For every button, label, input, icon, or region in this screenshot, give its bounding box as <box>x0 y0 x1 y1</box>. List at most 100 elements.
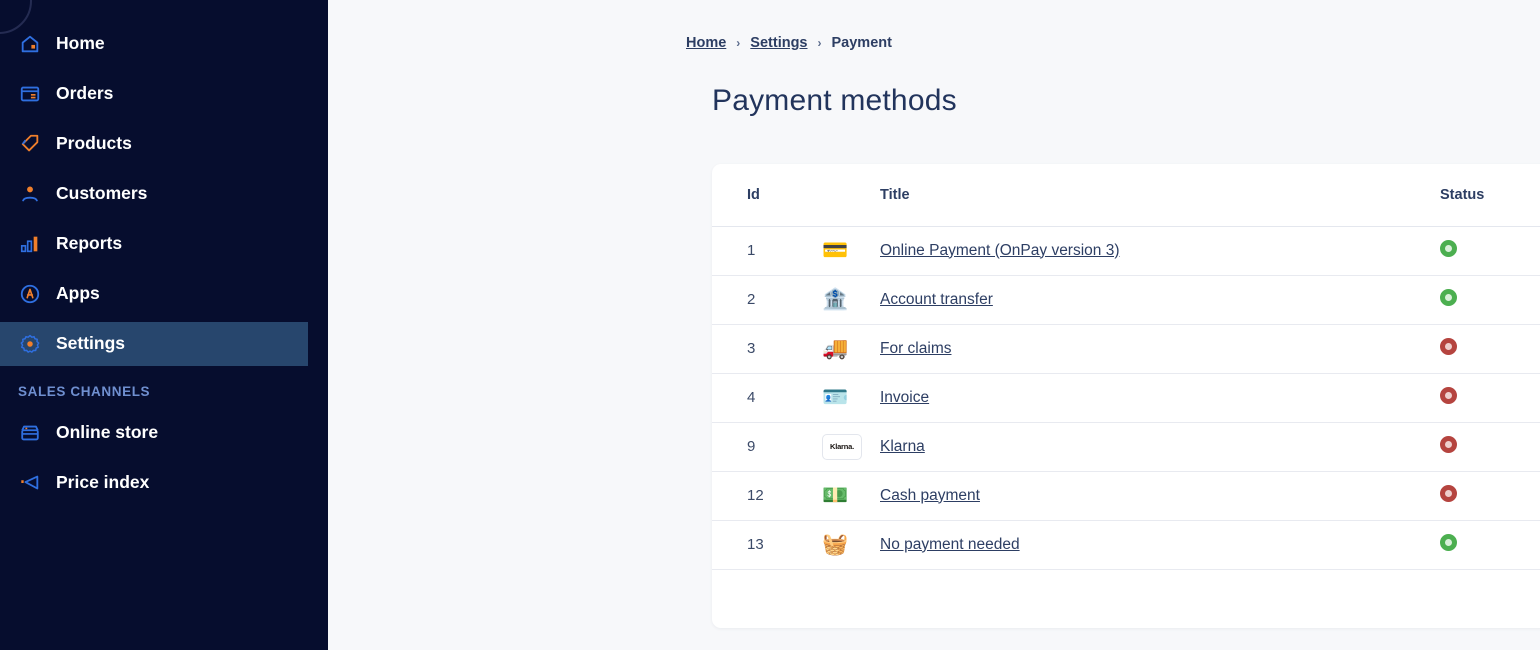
cell-icon: 🏦 <box>822 275 880 325</box>
bank-emoji: 🏦 <box>822 288 849 311</box>
cell-icon: 💵 <box>822 471 880 521</box>
banknote-emoji: 💵 <box>822 484 849 507</box>
sidebar-item-customers[interactable]: Customers <box>0 172 328 216</box>
sidebar-item-settings[interactable]: Settings <box>0 322 308 366</box>
customers-icon <box>18 182 42 206</box>
home-icon <box>18 32 42 56</box>
payment-method-link[interactable]: No payment needed <box>880 536 1020 553</box>
sidebar-item-label: Products <box>56 133 132 154</box>
cell-status <box>1440 422 1540 472</box>
cell-id: 1 <box>712 226 822 276</box>
invoice-emoji: 🪪 <box>822 386 849 409</box>
cell-icon: 💳 <box>822 226 880 276</box>
sidebar-item-price-index[interactable]: Price index <box>0 461 328 505</box>
sidebar-item-label: Orders <box>56 83 114 104</box>
table-row: 3🚚For claims✏️ <box>712 324 1540 374</box>
reports-icon <box>18 232 42 256</box>
cell-id: 9 <box>712 422 822 472</box>
klarna-logo: Klarna. <box>822 433 862 460</box>
cell-id: 12 <box>712 471 822 521</box>
orders-icon <box>18 82 42 106</box>
sidebar-item-online-store[interactable]: Online store <box>0 411 328 455</box>
breadcrumb-separator-icon: › <box>817 36 822 50</box>
cell-icon: 🚚 <box>822 324 880 374</box>
table-body: 1💳Online Payment (OnPay version 3)💳✏️2🏦A… <box>712 226 1540 570</box>
main-content: Home › Settings › Payment Payment method… <box>328 0 1540 650</box>
payment-method-link[interactable]: Invoice <box>880 389 929 406</box>
cell-status <box>1440 520 1540 570</box>
cell-title: Account transfer <box>880 275 1440 325</box>
apps-icon <box>18 282 42 306</box>
cell-id: 13 <box>712 520 822 570</box>
breadcrumb: Home › Settings › Payment <box>686 35 892 51</box>
payment-methods-card: Id Title Status Administration 1💳 Online … <box>712 164 1540 628</box>
credit-card-emoji: 💳 <box>822 239 849 262</box>
page-title: Payment methods <box>712 84 957 117</box>
payment-method-link[interactable]: Klarna <box>880 438 925 455</box>
status-indicator-inactive <box>1440 485 1457 502</box>
sidebar-item-label: Settings <box>56 333 126 354</box>
cell-id: 2 <box>712 275 822 325</box>
table-row: 1💳Online Payment (OnPay version 3)💳✏️ <box>712 226 1540 276</box>
table-row: 2🏦Account transfer✏️ <box>712 275 1540 325</box>
table-row: 4🪪Invoice✏️ <box>712 373 1540 423</box>
sidebar-item-home[interactable]: Home <box>0 22 328 66</box>
breadcrumb-item-home[interactable]: Home <box>686 35 726 51</box>
cell-icon: Klarna. <box>822 422 880 472</box>
cell-title: Klarna <box>880 422 1440 472</box>
status-indicator-active <box>1440 289 1457 306</box>
sidebar-item-label: Price index <box>56 472 150 493</box>
column-header-status: Status <box>1440 164 1540 227</box>
status-indicator-inactive <box>1440 338 1457 355</box>
column-header-id: Id <box>712 164 822 227</box>
table-row: 9Klarna.Klarna✏️ <box>712 422 1540 472</box>
table-header-row: Id Title Status Administration <box>712 164 1540 227</box>
app-root: Home Orders Products Customers Reports A… <box>0 0 1540 650</box>
sidebar-section-title: SALES CHANNELS <box>18 384 151 399</box>
cell-title: Invoice <box>880 373 1440 423</box>
table-row: 13🧺No payment needed✏️ <box>712 520 1540 570</box>
cell-status <box>1440 373 1540 423</box>
sidebar-item-apps[interactable]: Apps <box>0 272 328 316</box>
sidebar-item-label: Customers <box>56 183 148 204</box>
payment-method-link[interactable]: Online Payment (OnPay version 3) <box>880 242 1120 259</box>
cell-status <box>1440 275 1540 325</box>
cell-status <box>1440 226 1540 276</box>
cell-icon: 🧺 <box>822 520 880 570</box>
sidebar-item-products[interactable]: Products <box>0 122 328 166</box>
breadcrumb-separator-icon: › <box>736 36 741 50</box>
payment-method-link[interactable]: For claims <box>880 340 951 357</box>
sidebar-item-label: Apps <box>56 283 100 304</box>
cell-id: 4 <box>712 373 822 423</box>
payment-method-link[interactable]: Account transfer <box>880 291 993 308</box>
settings-gear-icon <box>18 332 42 356</box>
sidebar-item-reports[interactable]: Reports <box>0 222 328 266</box>
table-header: Id Title Status Administration <box>712 164 1540 227</box>
cell-icon: 🪪 <box>822 373 880 423</box>
cell-title: For claims <box>880 324 1440 374</box>
cell-title: No payment needed <box>880 520 1440 570</box>
cell-id: 3 <box>712 324 822 374</box>
column-header-title: Title <box>880 164 1440 227</box>
payment-method-link[interactable]: Cash payment <box>880 487 980 504</box>
payment-methods-table: Id Title Status Administration 1💳 Online … <box>712 164 1540 570</box>
store-icon <box>18 421 42 445</box>
sidebar-item-label: Home <box>56 33 105 54</box>
megaphone-icon <box>18 471 42 495</box>
cell-title: Online Payment (OnPay version 3) <box>880 226 1440 276</box>
sidebar: Home Orders Products Customers Reports A… <box>0 0 328 650</box>
sidebar-item-label: Reports <box>56 233 123 254</box>
cell-title: Cash payment <box>880 471 1440 521</box>
status-indicator-inactive <box>1440 436 1457 453</box>
status-indicator-active <box>1440 534 1457 551</box>
status-indicator-inactive <box>1440 387 1457 404</box>
basket-check-emoji: 🧺 <box>822 533 849 556</box>
cell-status <box>1440 471 1540 521</box>
products-icon <box>18 132 42 156</box>
cell-status <box>1440 324 1540 374</box>
breadcrumb-item-settings[interactable]: Settings <box>750 35 807 51</box>
status-indicator-active <box>1440 240 1457 257</box>
sidebar-item-label: Online store <box>56 422 159 443</box>
sidebar-item-orders[interactable]: Orders <box>0 72 328 116</box>
breadcrumb-item-payment: Payment <box>831 35 892 51</box>
